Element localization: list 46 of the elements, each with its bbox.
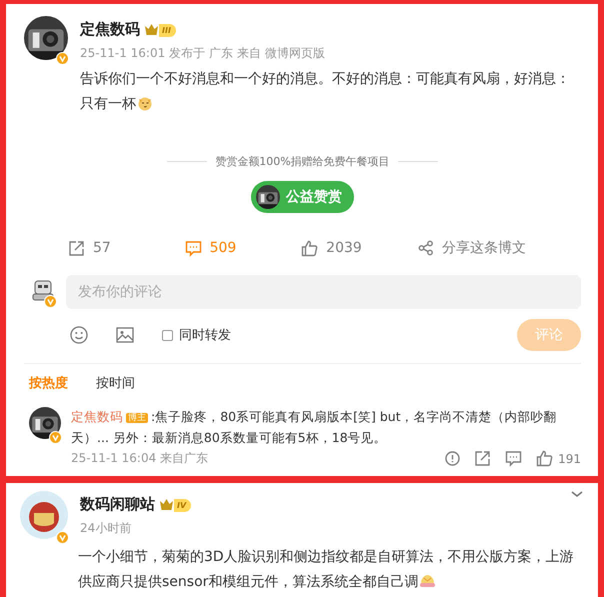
post-location: 发布于 广东 (169, 46, 234, 60)
emoji-icon[interactable] (70, 326, 88, 344)
share-action[interactable]: 分享这条博文 (418, 239, 581, 257)
alert-icon (445, 451, 460, 466)
thumbs-up-icon (301, 240, 318, 256)
dog-emoji-icon (137, 95, 153, 111)
avatar[interactable] (256, 185, 280, 209)
post-time[interactable]: 24小时前 (80, 520, 192, 537)
share-icon (418, 240, 434, 256)
donate-button[interactable]: 公益赞赏 (251, 181, 354, 213)
repost-icon (68, 240, 85, 256)
like-action[interactable]: 2039 (301, 239, 418, 257)
post-text: 告诉你们一个不好消息和一个好的消息。不好的消息：可能真有风扇，好消息：只有一杯 (80, 70, 571, 114)
thumbs-up-icon (536, 450, 554, 467)
sort-tab[interactable]: 按时间 (96, 374, 135, 392)
repost-checkbox[interactable] (162, 330, 173, 340)
comment-icon (184, 240, 202, 256)
level-badge: IV (174, 498, 192, 512)
donation-note: 赞赏金额100%捐赠给免费午餐项目 (215, 154, 390, 169)
comment-icon (505, 450, 522, 467)
comment-action[interactable]: 509 (184, 239, 302, 257)
verified-badge-icon (49, 431, 62, 444)
post-source: 来自 微博网页版 (237, 46, 325, 60)
avatar[interactable] (29, 407, 61, 439)
crown-icon (159, 498, 174, 510)
post-time[interactable]: 25-11-1 16:01 (80, 46, 166, 60)
repost-label[interactable]: 同时转发 (179, 326, 231, 344)
avatar[interactable] (24, 16, 68, 60)
verified-badge-icon (44, 295, 57, 308)
sort-tab[interactable]: 按热度 (29, 374, 68, 392)
repost-action[interactable]: 57 (68, 239, 185, 257)
level-badge: III (159, 24, 176, 36)
comment-input[interactable]: 发布你的评论 (66, 275, 581, 309)
bun-emoji-icon (419, 573, 436, 589)
post-text: 一个小细节，菊菊的3D人脸识别和侧边指纹都是自研算法，不用公版方案，上游供应商只提供sensor和模组元件，算法系统全都自己调 (78, 548, 575, 592)
author-name[interactable]: 数码闲聊站 (80, 495, 155, 514)
repost-icon (474, 450, 492, 467)
comment-time: 25-11-1 16:04 来自广东 (71, 450, 208, 467)
comment-text: 定焦数码 博主 :焦子脸疼，80系可能真有风扇版本[笑] but，名字尚不清楚（内部吵翻天）... 另外：最新消息80系数量可能有5杯，18号见。 (71, 408, 558, 447)
like-action[interactable]: 191 (536, 450, 581, 467)
crown-icon (144, 22, 159, 36)
chevron-down-icon[interactable] (570, 489, 584, 499)
author-name[interactable]: 定焦数码 (80, 20, 140, 39)
verified-badge-icon (56, 52, 69, 65)
verified-badge-icon (56, 531, 69, 544)
image-icon[interactable] (116, 326, 134, 344)
